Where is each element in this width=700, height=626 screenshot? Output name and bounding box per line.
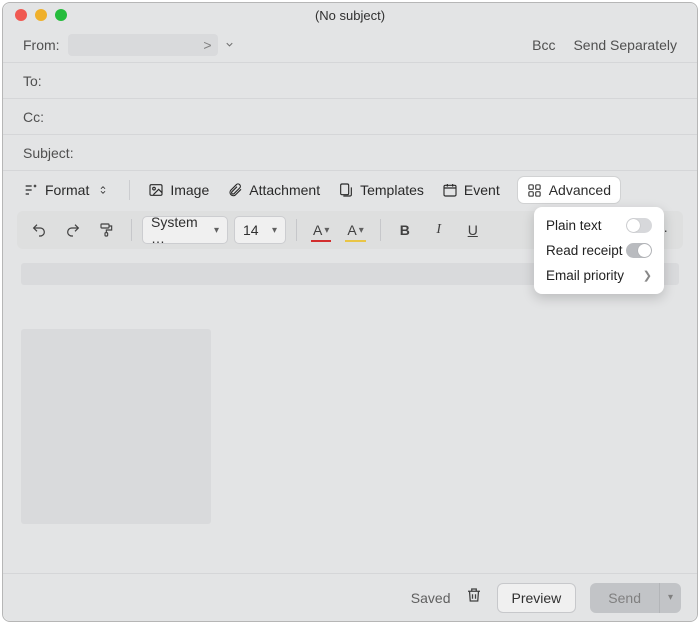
email-priority-item[interactable]: Email priority ❯ bbox=[534, 263, 664, 288]
paint-roller-icon bbox=[99, 222, 115, 238]
chevron-down-icon: ▾ bbox=[668, 592, 673, 603]
send-separately-button[interactable]: Send Separately bbox=[573, 37, 677, 53]
templates-label: Templates bbox=[360, 182, 424, 198]
subject-label: Subject: bbox=[23, 145, 74, 161]
calendar-icon bbox=[442, 182, 458, 198]
redo-button[interactable] bbox=[59, 216, 87, 244]
cc-label: Cc: bbox=[23, 109, 44, 125]
italic-button[interactable]: I bbox=[425, 216, 453, 244]
attachment-label: Attachment bbox=[249, 182, 320, 198]
from-account-selector[interactable]: > bbox=[68, 34, 218, 56]
image-label: Image bbox=[170, 182, 209, 198]
chevron-down-icon: ▾ bbox=[359, 225, 364, 236]
font-value: System … bbox=[151, 214, 208, 246]
bcc-button[interactable]: Bcc bbox=[532, 37, 555, 53]
event-button[interactable]: Event bbox=[442, 182, 500, 198]
paperclip-icon bbox=[227, 182, 243, 198]
font-selector[interactable]: System … ▾ bbox=[142, 216, 228, 244]
highlight-glyph: A bbox=[347, 222, 356, 238]
read-receipt-toggle[interactable] bbox=[626, 243, 652, 258]
bold-button[interactable]: B bbox=[391, 216, 419, 244]
chevron-down-icon: ▾ bbox=[214, 225, 219, 236]
read-receipt-label: Read receipt bbox=[546, 243, 623, 258]
email-priority-label: Email priority bbox=[546, 268, 624, 283]
chevron-right-icon: ❯ bbox=[643, 269, 652, 282]
undo-button[interactable] bbox=[25, 216, 53, 244]
grid-icon bbox=[527, 182, 543, 198]
paint-format-button[interactable] bbox=[93, 216, 121, 244]
format-label: Format bbox=[45, 182, 89, 198]
plain-text-item[interactable]: Plain text bbox=[534, 213, 664, 238]
attachment-button[interactable]: Attachment bbox=[227, 182, 320, 198]
saved-status: Saved bbox=[411, 590, 451, 606]
plain-text-toggle[interactable] bbox=[626, 218, 652, 233]
underline-button[interactable]: U bbox=[459, 216, 487, 244]
preview-button[interactable]: Preview bbox=[497, 583, 577, 613]
inline-image-placeholder[interactable] bbox=[21, 329, 211, 524]
event-label: Event bbox=[464, 182, 500, 198]
from-label: From: bbox=[23, 37, 60, 53]
image-button[interactable]: Image bbox=[148, 182, 209, 198]
to-label: To: bbox=[23, 73, 42, 89]
undo-icon bbox=[31, 222, 47, 238]
text-color-button[interactable]: A ▾ bbox=[307, 216, 335, 244]
image-icon bbox=[148, 182, 164, 198]
advanced-label: Advanced bbox=[549, 182, 611, 198]
delete-button[interactable] bbox=[465, 586, 483, 609]
highlight-button[interactable]: A ▾ bbox=[341, 216, 369, 244]
plain-text-label: Plain text bbox=[546, 218, 602, 233]
read-receipt-item[interactable]: Read receipt bbox=[534, 238, 664, 263]
redo-icon bbox=[65, 222, 81, 238]
chevron-down-icon[interactable] bbox=[224, 37, 235, 53]
chevron-up-down-icon bbox=[95, 182, 111, 198]
font-size-value: 14 bbox=[243, 222, 259, 238]
window-title: (No subject) bbox=[3, 8, 697, 23]
templates-icon bbox=[338, 182, 354, 198]
chevron-down-icon: ▾ bbox=[272, 225, 277, 236]
send-options-button[interactable]: ▾ bbox=[659, 583, 681, 613]
format-icon bbox=[23, 182, 39, 198]
advanced-button[interactable]: Advanced bbox=[518, 177, 620, 203]
from-value-suffix: > bbox=[203, 37, 211, 53]
templates-button[interactable]: Templates bbox=[338, 182, 424, 198]
text-color-glyph: A bbox=[313, 222, 322, 238]
font-size-selector[interactable]: 14 ▾ bbox=[234, 216, 286, 244]
advanced-menu: Plain text Read receipt Email priority ❯ bbox=[534, 207, 664, 294]
chevron-down-icon: ▾ bbox=[324, 225, 329, 236]
send-button[interactable]: Send bbox=[590, 583, 659, 613]
format-button[interactable]: Format bbox=[23, 182, 111, 198]
